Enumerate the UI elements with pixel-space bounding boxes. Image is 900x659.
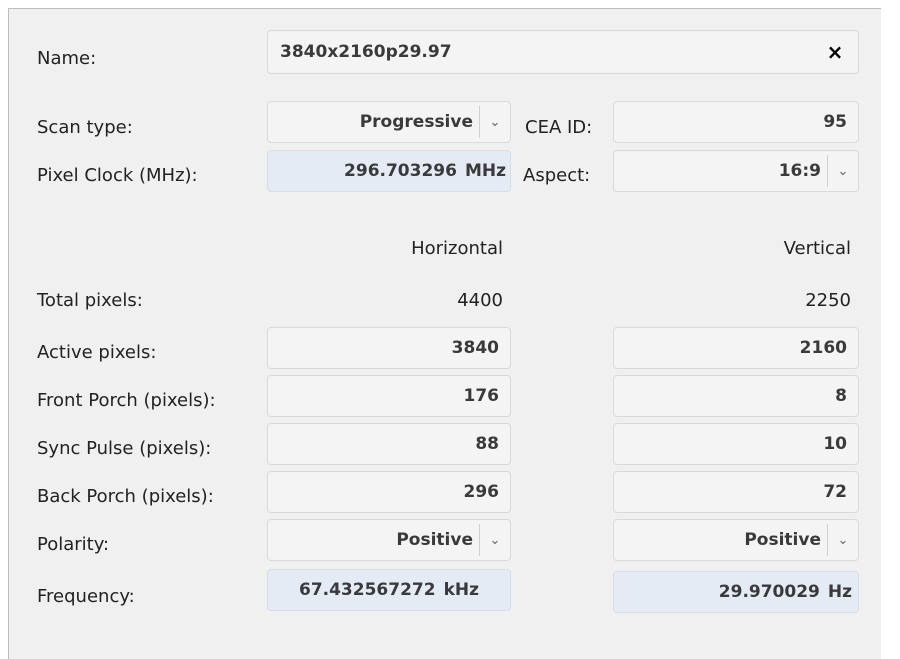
cea-id-value: 95 (823, 112, 847, 132)
polarity-vertical-value: Positive (744, 530, 821, 550)
polarity-vertical-select[interactable]: Positive ⌄ (613, 519, 859, 561)
back-porch-horizontal-input[interactable]: 296 (267, 471, 511, 513)
sync-pulse-vertical-input[interactable]: 10 (613, 423, 859, 465)
back-porch-horizontal-value: 296 (463, 482, 500, 502)
clear-icon[interactable]: × (824, 41, 846, 63)
total-pixels-label: Total pixels: (37, 290, 143, 311)
chevron-down-icon: ⌄ (837, 163, 849, 179)
pixel-clock-field: 296.703296 MHz (267, 150, 511, 192)
name-input[interactable]: 3840x2160p29.97 × (267, 30, 859, 74)
aspect-label: Aspect: (523, 165, 591, 186)
sync-pulse-horizontal-value: 88 (475, 434, 499, 454)
scan-type-select[interactable]: Progressive ⌄ (267, 101, 511, 143)
front-porch-vertical-input[interactable]: 8 (613, 375, 859, 417)
total-pixels-vertical: 2250 (805, 290, 851, 311)
polarity-horizontal-select[interactable]: Positive ⌄ (267, 519, 511, 561)
sync-pulse-label: Sync Pulse (pixels): (37, 438, 212, 459)
vertical-column-header: Vertical (783, 238, 851, 259)
cea-id-label: CEA ID: (525, 117, 593, 138)
active-pixels-horizontal-input[interactable]: 3840 (267, 327, 511, 369)
aspect-value: 16:9 (778, 161, 821, 181)
scan-type-value: Progressive (359, 112, 473, 132)
pixel-clock-label: Pixel Clock (MHz): (37, 165, 198, 186)
total-pixels-horizontal: 4400 (457, 290, 503, 311)
back-porch-label: Back Porch (pixels): (37, 486, 214, 507)
chevron-down-icon: ⌄ (489, 114, 501, 130)
name-label: Name: (37, 48, 97, 69)
active-pixels-vertical-value: 2160 (799, 338, 847, 358)
timing-panel: Name: 3840x2160p29.97 × Scan type: Progr… (8, 8, 881, 659)
frequency-horizontal-field: 67.432567272 kHz (267, 569, 511, 611)
sync-pulse-horizontal-input[interactable]: 88 (267, 423, 511, 465)
front-porch-horizontal-value: 176 (463, 386, 500, 406)
chevron-down-icon: ⌄ (837, 532, 849, 548)
chevron-down-icon: ⌄ (489, 532, 501, 548)
front-porch-vertical-value: 8 (835, 386, 847, 406)
active-pixels-horizontal-value: 3840 (451, 338, 499, 358)
frequency-label: Frequency: (37, 586, 135, 607)
pixel-clock-value: 296.703296 (344, 161, 457, 181)
cea-id-input[interactable]: 95 (613, 101, 859, 143)
horizontal-column-header: Horizontal (411, 238, 503, 259)
frequency-vertical-field: 29.970029 Hz (613, 571, 859, 613)
sync-pulse-vertical-value: 10 (823, 434, 847, 454)
front-porch-horizontal-input[interactable]: 176 (267, 375, 511, 417)
polarity-label: Polarity: (37, 534, 110, 555)
pixel-clock-unit: MHz (464, 161, 506, 181)
polarity-horizontal-value: Positive (396, 530, 473, 550)
back-porch-vertical-input[interactable]: 72 (613, 471, 859, 513)
frequency-vertical-value: 29.970029 (718, 582, 820, 602)
scan-type-label: Scan type: (37, 117, 133, 138)
active-pixels-vertical-input[interactable]: 2160 (613, 327, 859, 369)
name-value: 3840x2160p29.97 (280, 42, 452, 62)
aspect-select[interactable]: 16:9 ⌄ (613, 150, 859, 192)
back-porch-vertical-value: 72 (823, 482, 847, 502)
front-porch-label: Front Porch (pixels): (37, 390, 216, 411)
frequency-horizontal-value: 67.432567272 (298, 580, 436, 600)
active-pixels-label: Active pixels: (37, 342, 157, 363)
frequency-vertical-unit: Hz (827, 582, 852, 602)
frequency-horizontal-unit: kHz (443, 580, 479, 600)
